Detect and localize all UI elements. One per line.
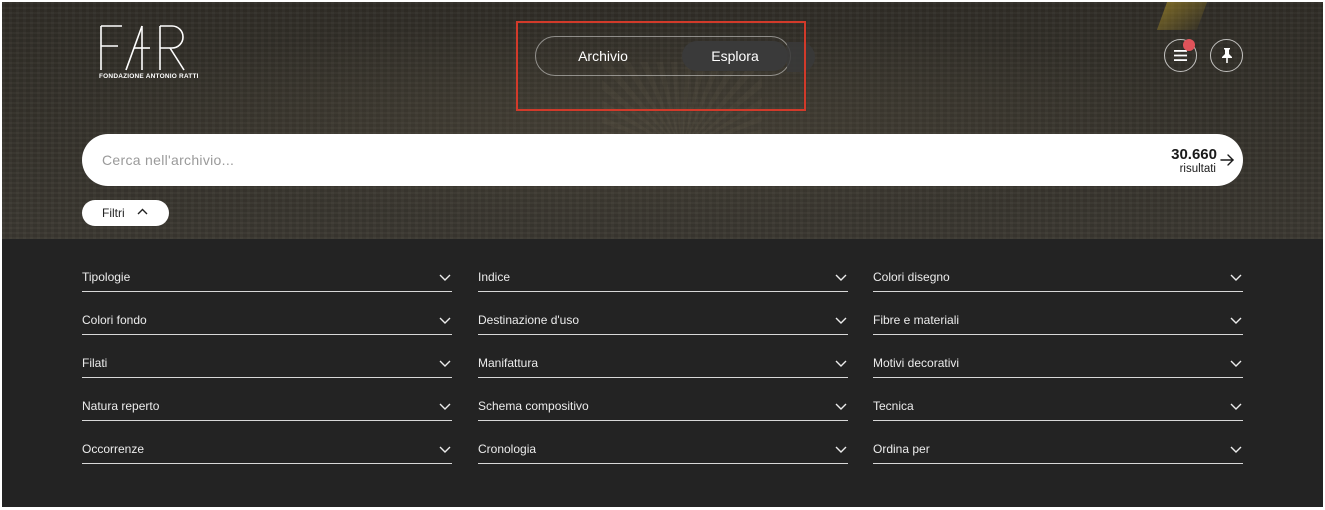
filter-label: Schema compositivo	[478, 399, 589, 413]
arrow-right-icon[interactable]	[1219, 152, 1235, 168]
pin-button[interactable]	[1210, 39, 1243, 72]
search-bar: 30.660 risultati	[82, 134, 1243, 186]
chevron-down-icon	[439, 403, 451, 410]
filter-motivi-decorativi[interactable]: Motivi decorativi	[873, 348, 1243, 378]
filter-filati[interactable]: Filati	[82, 348, 452, 378]
chevron-down-icon	[439, 317, 451, 324]
logo-subtitle: FONDAZIONE ANTONIO RATTI	[99, 73, 199, 80]
filter-label: Filati	[82, 356, 108, 370]
filter-label: Colori fondo	[82, 313, 147, 327]
chevron-down-icon	[439, 360, 451, 367]
chevron-down-icon	[1230, 317, 1242, 324]
filters-toggle-button[interactable]: Filtri	[82, 200, 169, 226]
filter-label: Fibre e materiali	[873, 313, 960, 327]
far-logo[interactable]: FONDAZIONE ANTONIO RATTI	[98, 24, 198, 86]
chevron-down-icon	[835, 274, 847, 281]
filter-label: Tecnica	[873, 399, 914, 413]
chevron-down-icon	[1230, 446, 1242, 453]
chevron-down-icon	[835, 403, 847, 410]
filter-label: Manifattura	[478, 356, 539, 370]
search-input[interactable]	[102, 149, 1002, 171]
filter-colori-disegno[interactable]: Colori disegno	[873, 262, 1243, 292]
hero-accent	[1156, 2, 1208, 30]
filter-indice[interactable]: Indice	[478, 262, 848, 292]
filter-label: Colori disegno	[873, 270, 950, 284]
filter-colori-fondo[interactable]: Colori fondo	[82, 305, 452, 335]
filter-label: Ordina per	[873, 442, 930, 456]
chevron-down-icon	[1230, 403, 1242, 410]
filter-destinazione-uso[interactable]: Destinazione d'uso	[478, 305, 848, 335]
filter-label: Indice	[478, 270, 511, 284]
chevron-down-icon	[439, 274, 451, 281]
chevron-down-icon	[835, 360, 847, 367]
filter-ordina-per[interactable]: Ordina per	[873, 434, 1243, 464]
filter-label: Motivi decorativi	[873, 356, 960, 370]
notification-badge	[1183, 39, 1195, 51]
filter-label: Natura reperto	[82, 399, 160, 413]
filter-occorrenze[interactable]: Occorrenze	[82, 434, 452, 464]
chevron-down-icon	[439, 446, 451, 453]
filter-label: Tipologie	[82, 270, 131, 284]
filter-manifattura[interactable]: Manifattura	[478, 348, 848, 378]
filter-natura-reperto[interactable]: Natura reperto	[82, 391, 452, 421]
app-frame: FONDAZIONE ANTONIO RATTI Archivio Esplor…	[2, 2, 1323, 507]
chevron-down-icon	[1230, 274, 1242, 281]
chevron-down-icon	[1230, 360, 1242, 367]
filter-label: Cronologia	[478, 442, 537, 456]
results-counter: 30.660 risultati	[1171, 146, 1217, 176]
results-label: risultati	[1179, 163, 1216, 175]
chevron-down-icon	[835, 317, 847, 324]
filter-label: Destinazione d'uso	[478, 313, 580, 327]
filter-tecnica[interactable]: Tecnica	[873, 391, 1243, 421]
filter-tipologie[interactable]: Tipologie	[82, 262, 452, 292]
hamburger-menu-icon	[1174, 50, 1187, 61]
filter-label: Occorrenze	[82, 442, 145, 456]
chevron-down-icon	[835, 446, 847, 453]
highlight-box	[516, 21, 806, 111]
filters-toggle-label: Filtri	[102, 206, 125, 220]
filter-schema-compositivo[interactable]: Schema compositivo	[478, 391, 848, 421]
filter-cronologia[interactable]: Cronologia	[478, 434, 848, 464]
pushpin-icon	[1221, 48, 1232, 63]
far-logo-mark	[100, 25, 185, 71]
chevron-up-icon	[137, 208, 148, 215]
results-count: 30.660	[1171, 146, 1217, 163]
filter-fibre-materiali[interactable]: Fibre e materiali	[873, 305, 1243, 335]
